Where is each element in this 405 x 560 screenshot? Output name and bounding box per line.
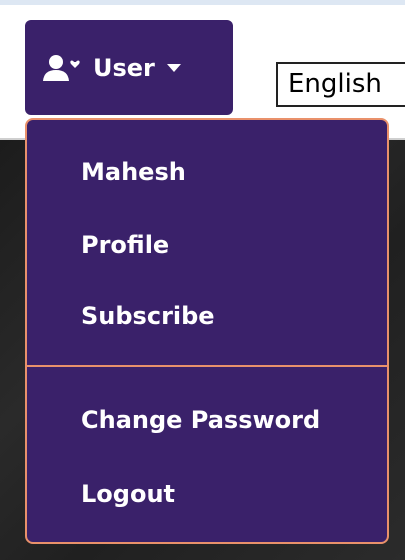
menu-item-subscribe[interactable]: Subscribe (81, 302, 215, 330)
user-dropdown-button[interactable]: User (25, 20, 233, 115)
top-border (0, 0, 405, 5)
user-friends-icon (43, 54, 80, 81)
menu-item-profile[interactable]: Profile (81, 231, 169, 259)
menu-item-change-password[interactable]: Change Password (81, 406, 320, 434)
user-dropdown-menu: Mahesh Profile Subscribe Change Password… (25, 118, 389, 544)
menu-item-logout[interactable]: Logout (81, 480, 175, 508)
user-button-label: User (93, 53, 155, 82)
caret-down-icon (166, 63, 181, 72)
menu-item-username[interactable]: Mahesh (81, 158, 186, 186)
menu-divider (27, 365, 387, 367)
language-select[interactable]: English (276, 62, 405, 107)
